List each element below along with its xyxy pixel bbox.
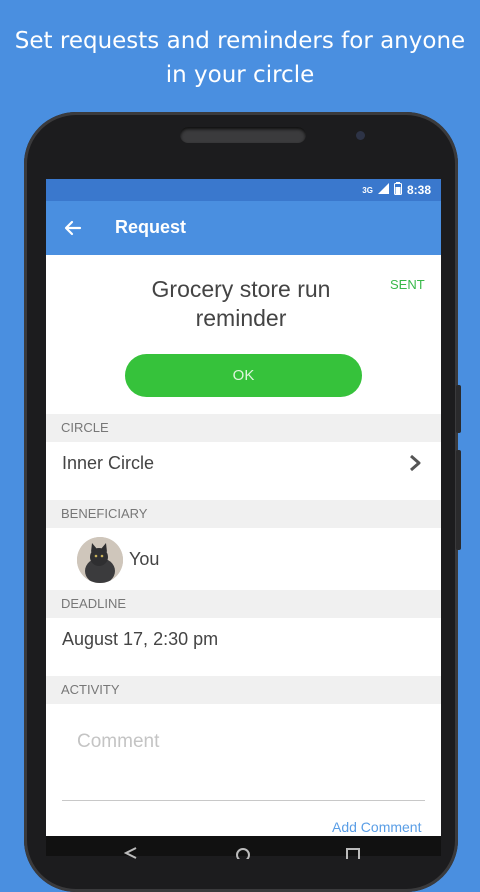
deadline-value[interactable]: August 17, 2:30 pm	[62, 629, 218, 650]
promo-headline-line2: in your circle	[165, 62, 315, 88]
phone-screen: 3G 8:38 Request Grocery store run remind…	[46, 179, 441, 856]
beneficiary-name: You	[129, 549, 160, 569]
request-title: Grocery store run reminder	[151, 276, 331, 331]
circle-value: Inner Circle	[62, 453, 155, 473]
phone-volume-button	[456, 450, 461, 550]
battery-icon	[393, 182, 402, 198]
status-time: 8:38	[406, 183, 431, 197]
comment-input[interactable]	[62, 705, 425, 801]
add-comment-button[interactable]: Add Comment	[332, 819, 421, 835]
phone-side-button	[456, 385, 461, 433]
circle-header: CIRCLE	[46, 414, 441, 442]
arrow-left-icon[interactable]	[60, 213, 86, 243]
promo-headline-line1: Set requests and reminders for anyone	[14, 28, 466, 54]
phone-speaker	[180, 127, 306, 143]
recents-nav-icon[interactable]	[346, 846, 360, 864]
status-badge: SENT	[390, 277, 425, 292]
avatar	[77, 537, 123, 583]
deadline-header: DEADLINE	[46, 590, 441, 618]
signal-icon	[377, 183, 389, 197]
home-nav-icon[interactable]	[235, 846, 251, 864]
promo-headline: Set requests and reminders for anyone in…	[0, 24, 480, 92]
app-bar: Request	[46, 201, 441, 255]
network-type: 3G	[362, 185, 373, 195]
phone-camera	[356, 131, 365, 140]
circle-row[interactable]: Inner Circle	[46, 442, 441, 499]
chevron-right-icon	[408, 454, 422, 477]
ok-button[interactable]: OK	[125, 354, 362, 397]
page-title: Request	[115, 217, 187, 237]
navigation-bar	[46, 836, 441, 862]
beneficiary-header: BENEFICIARY	[46, 500, 441, 528]
activity-header: ACTIVITY	[46, 676, 441, 704]
back-nav-icon[interactable]	[123, 846, 138, 864]
status-bar: 3G 8:38	[46, 179, 441, 201]
